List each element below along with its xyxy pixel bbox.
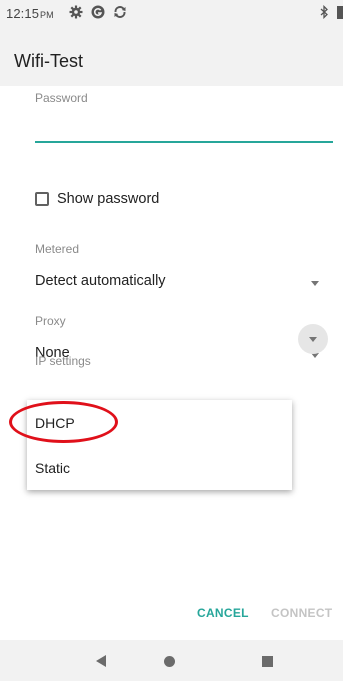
settings-gear-icon bbox=[69, 5, 83, 19]
cancel-button[interactable]: CANCEL bbox=[197, 606, 249, 620]
ip-settings-label: IP settings bbox=[35, 354, 91, 368]
status-time-ampm: PM bbox=[40, 10, 54, 20]
status-time-value: 12:15 bbox=[6, 6, 40, 21]
wifi-dialog-content: Password Show password Metered Detect au… bbox=[0, 86, 343, 640]
status-notification-icons bbox=[69, 5, 127, 19]
metered-label: Metered bbox=[35, 242, 80, 256]
sync-icon bbox=[114, 6, 126, 18]
battery-icon bbox=[337, 6, 343, 19]
metered-dropdown[interactable]: Detect automatically bbox=[35, 266, 333, 294]
status-bar: 12:15PM bbox=[0, 0, 343, 26]
back-icon[interactable] bbox=[96, 655, 106, 667]
ip-settings-dropdown-toggle[interactable] bbox=[298, 324, 328, 354]
show-password-label[interactable]: Show password bbox=[57, 191, 159, 207]
password-label: Password bbox=[35, 91, 88, 105]
status-time: 12:15PM bbox=[6, 6, 54, 21]
recents-icon[interactable] bbox=[262, 656, 273, 667]
chevron-down-icon bbox=[311, 281, 319, 286]
bluetooth-icon bbox=[320, 5, 328, 19]
annotation-highlight-ellipse bbox=[9, 401, 118, 443]
toolbar-title: Wifi-Test bbox=[14, 51, 83, 71]
navigation-bar bbox=[0, 640, 343, 681]
status-system-icons bbox=[320, 5, 343, 19]
connect-button[interactable]: CONNECT bbox=[271, 606, 332, 620]
password-field[interactable] bbox=[35, 116, 333, 138]
metered-value: Detect automatically bbox=[35, 273, 166, 289]
show-password-checkbox[interactable] bbox=[35, 192, 49, 206]
g-app-icon bbox=[91, 5, 105, 19]
app-toolbar: Wifi-Test bbox=[0, 26, 343, 86]
home-icon[interactable] bbox=[164, 656, 175, 667]
password-field-underline bbox=[35, 141, 333, 143]
chevron-down-icon bbox=[309, 337, 317, 342]
proxy-label: Proxy bbox=[35, 314, 66, 328]
dropdown-option-static[interactable]: Static bbox=[35, 460, 70, 476]
